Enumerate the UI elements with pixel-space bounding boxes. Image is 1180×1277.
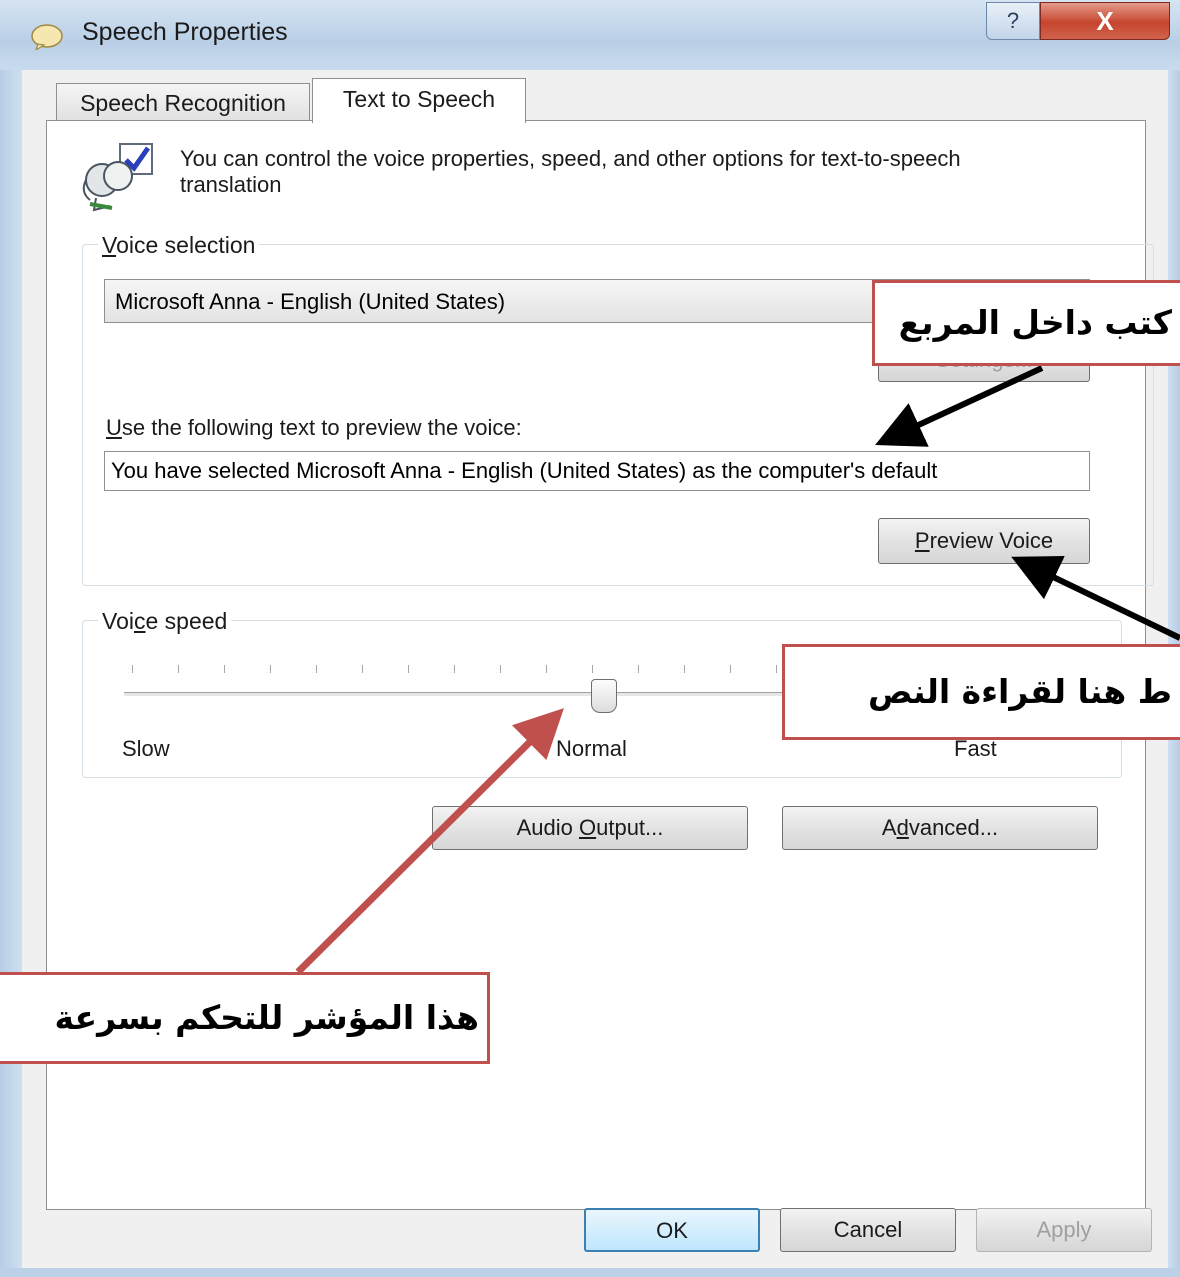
arrow-to-preview-button [1011, 555, 1180, 641]
annotation-type-in-box: كتب داخل المربع [872, 280, 1180, 366]
arrow-to-speed-slider [295, 708, 564, 975]
annotation-speed-pointer: هذا المؤشر للتحكم بسرعة [0, 972, 490, 1064]
annotation-arrows [295, 365, 1180, 975]
arrow-to-preview-input [875, 365, 1044, 447]
annotation-click-to-read: ط هنا لقراءة النص [782, 644, 1180, 740]
